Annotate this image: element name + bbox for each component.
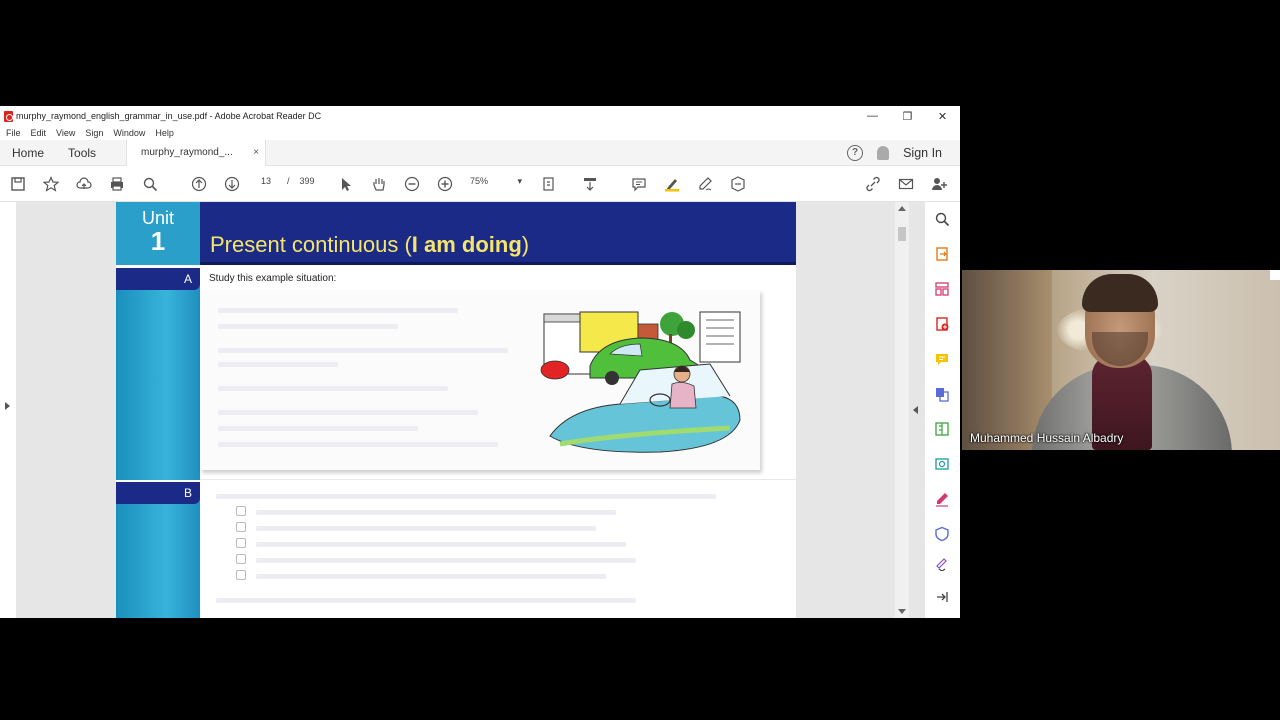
- fill-sign-icon[interactable]: [729, 175, 747, 193]
- unit-title-bold: I am doing: [411, 232, 522, 257]
- scroll-up-icon[interactable]: [898, 206, 906, 211]
- bookmark-star-icon[interactable]: [42, 175, 60, 193]
- unit-title-end: ): [521, 232, 530, 257]
- close-window-button[interactable]: ✕: [925, 110, 960, 123]
- example-illustration-box: [200, 290, 760, 470]
- zoom-search-icon[interactable]: [933, 210, 951, 228]
- window-title: murphy_raymond_english_grammar_in_use.pd…: [16, 111, 322, 121]
- webcam-person-hair: [1082, 274, 1158, 312]
- menu-help[interactable]: Help: [155, 128, 174, 138]
- menu-bar: File Edit View Sign Window Help: [0, 126, 960, 140]
- hand-tool-icon[interactable]: [370, 175, 388, 193]
- restore-button[interactable]: ❐: [890, 110, 925, 123]
- tab-close-icon[interactable]: ×: [253, 147, 259, 158]
- share-link-icon[interactable]: [864, 175, 882, 193]
- main-toolbar: 13 / 399 75% ▾: [0, 166, 960, 202]
- unit-title: Present continuous (I am doing): [210, 232, 529, 258]
- tab-home[interactable]: Home: [0, 146, 56, 160]
- comment-icon[interactable]: [630, 175, 648, 193]
- scroll-down-icon[interactable]: [898, 609, 906, 614]
- list-bullet: [236, 570, 246, 580]
- comment-tool-icon[interactable]: [933, 350, 951, 368]
- next-page-icon[interactable]: [223, 175, 241, 193]
- create-pdf-icon[interactable]: [933, 315, 951, 333]
- print-icon[interactable]: [108, 175, 126, 193]
- list-bullet: [236, 554, 246, 564]
- chevron-down-icon: ▾: [517, 176, 522, 186]
- document-area[interactable]: Unit 1 Present continuous (I am doing) A…: [0, 202, 960, 618]
- expand-pane-icon[interactable]: [933, 588, 951, 606]
- unit-word: Unit: [141, 208, 174, 228]
- search-icon[interactable]: [141, 175, 159, 193]
- select-cursor-icon[interactable]: [337, 175, 355, 193]
- export-pdf-icon[interactable]: [933, 245, 951, 263]
- webcam-corner: [1270, 270, 1280, 280]
- menu-file[interactable]: File: [6, 128, 21, 138]
- page-separator: /: [287, 176, 290, 186]
- previous-page-icon[interactable]: [190, 175, 208, 193]
- acrobat-window: murphy_raymond_english_grammar_in_use.pd…: [0, 106, 960, 618]
- menu-view[interactable]: View: [56, 128, 75, 138]
- section-b-label: B: [116, 482, 200, 504]
- list-bullet: [236, 522, 246, 532]
- tab-document-label: murphy_raymond_...: [141, 147, 233, 158]
- tab-document[interactable]: murphy_raymond_... ×: [126, 139, 267, 166]
- car-driver-illustration: [540, 311, 741, 453]
- screen: murphy_raymond_english_grammar_in_use.pd…: [0, 0, 1280, 720]
- notification-bell-icon[interactable]: [877, 145, 890, 160]
- menu-edit[interactable]: Edit: [31, 128, 47, 138]
- menu-window[interactable]: Window: [113, 128, 145, 138]
- edit-pdf-icon[interactable]: [933, 455, 951, 473]
- save-icon[interactable]: [9, 175, 27, 193]
- participant-name-label: Muhammed Hussain Albadry: [970, 431, 1124, 445]
- zoom-out-icon[interactable]: [403, 175, 421, 193]
- list-bullet: [236, 538, 246, 548]
- tab-tools[interactable]: Tools: [56, 146, 108, 160]
- list-bullet: [236, 506, 246, 516]
- fill-sign-tool-icon[interactable]: [933, 490, 951, 508]
- webcam-video-tile: Muhammed Hussain Albadry: [962, 270, 1280, 450]
- tools-pane: [925, 202, 960, 618]
- highlight-pen-icon[interactable]: [663, 175, 681, 193]
- email-icon[interactable]: [897, 175, 915, 193]
- section-a-label: A: [116, 268, 200, 290]
- draw-pencil-icon[interactable]: [696, 175, 714, 193]
- current-page-input[interactable]: 13: [255, 176, 277, 186]
- vertical-scrollbar[interactable]: [895, 202, 909, 618]
- cloud-upload-icon[interactable]: [75, 175, 93, 193]
- zoom-value: 75%: [470, 176, 489, 186]
- zoom-select[interactable]: 75% ▾: [470, 176, 522, 187]
- section-divider: [200, 479, 796, 480]
- scroll-thumb[interactable]: [898, 227, 906, 241]
- page-navigator: 13 / 399: [255, 176, 315, 186]
- left-panel-collapsed: [0, 202, 16, 618]
- pdf-file-icon: [4, 110, 13, 122]
- pdf-page: Unit 1 Present continuous (I am doing) A…: [116, 202, 796, 618]
- section-a-sidebar: [116, 268, 200, 480]
- title-bar: murphy_raymond_english_grammar_in_use.pd…: [0, 106, 960, 126]
- collapse-right-pane-icon[interactable]: [913, 406, 918, 414]
- more-tools-icon[interactable]: [933, 554, 951, 572]
- protect-shield-icon[interactable]: [933, 525, 951, 543]
- organize-pages-icon[interactable]: [933, 280, 951, 298]
- total-pages: 399: [299, 176, 315, 186]
- add-user-icon[interactable]: [930, 175, 948, 193]
- tab-bar: Home Tools murphy_raymond_... × ? Sign I…: [0, 139, 960, 166]
- scroll-mode-icon[interactable]: [581, 175, 599, 193]
- help-icon[interactable]: ?: [847, 144, 864, 161]
- study-example-text: Study this example situation:: [209, 273, 337, 284]
- combine-files-icon[interactable]: [933, 385, 951, 403]
- expand-left-panel-icon[interactable]: [5, 402, 10, 410]
- unit-number: 1: [150, 226, 166, 256]
- sign-in-button[interactable]: Sign In: [903, 146, 942, 160]
- compress-pdf-icon[interactable]: [933, 420, 951, 438]
- unit-title-plain: Present continuous (: [210, 232, 412, 257]
- menu-sign[interactable]: Sign: [85, 128, 103, 138]
- zoom-in-icon[interactable]: [436, 175, 454, 193]
- page-fit-icon[interactable]: [540, 175, 558, 193]
- unit-badge: Unit 1: [116, 202, 200, 265]
- minimize-button[interactable]: —: [855, 110, 890, 123]
